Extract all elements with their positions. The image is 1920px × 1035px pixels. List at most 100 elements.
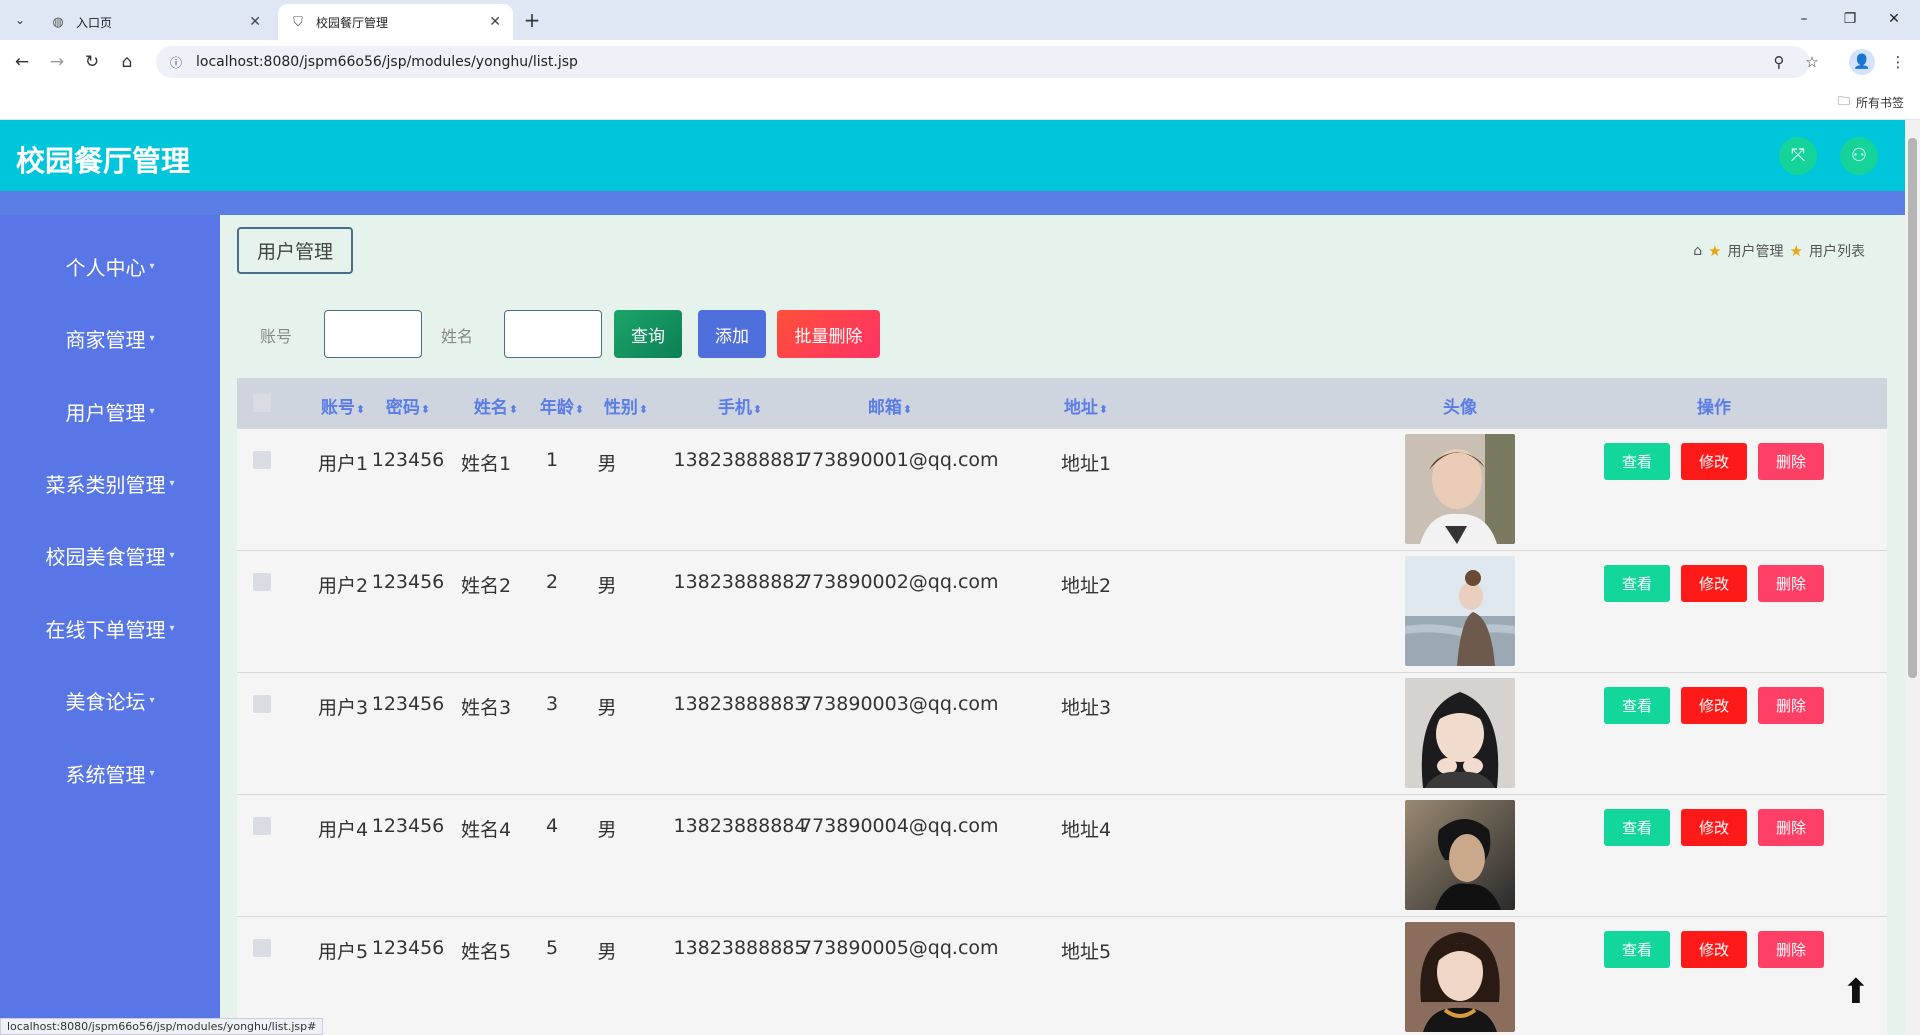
sidebar-item-system[interactable]: 系统管理 ▾ bbox=[0, 753, 220, 793]
row-checkbox[interactable] bbox=[253, 451, 271, 469]
back-to-top-button[interactable]: ⬆ bbox=[1836, 972, 1876, 1012]
delete-button[interactable]: 删除 bbox=[1758, 443, 1824, 480]
view-button[interactable]: 查看 bbox=[1604, 687, 1670, 724]
delete-button[interactable]: 删除 bbox=[1758, 931, 1824, 968]
edit-button[interactable]: 修改 bbox=[1681, 931, 1747, 968]
zoom-icon[interactable]: ⚲ bbox=[1767, 50, 1791, 74]
cell-age: 4 bbox=[545, 815, 559, 837]
search-button[interactable]: 查询 bbox=[614, 310, 682, 358]
tab-search-button[interactable]: ⌄ bbox=[6, 8, 34, 32]
column-label: 年龄 bbox=[539, 398, 574, 418]
header-strip bbox=[0, 191, 1905, 215]
cell-name: 姓名1 bbox=[460, 453, 512, 475]
column-header-phone[interactable]: 手机⬍ bbox=[680, 393, 800, 418]
site-info-icon[interactable]: ⓘ bbox=[170, 54, 188, 71]
name-search-input[interactable] bbox=[504, 310, 602, 358]
table-row: 用户4 123456 姓名4 4 男 13823888884 773890004… bbox=[237, 794, 1887, 916]
chevron-down-icon: ▾ bbox=[149, 767, 155, 779]
scrollbar-thumb[interactable] bbox=[1908, 138, 1917, 678]
cell-gender: 男 bbox=[597, 575, 617, 597]
avatar bbox=[1405, 556, 1515, 666]
minimize-button[interactable]: – bbox=[1786, 6, 1822, 32]
profile-avatar[interactable]: 👤 bbox=[1849, 49, 1875, 75]
sidebar-item-online-orders[interactable]: 在线下单管理 ▾ bbox=[0, 608, 220, 648]
delete-button[interactable]: 删除 bbox=[1758, 809, 1824, 846]
edit-button[interactable]: 修改 bbox=[1681, 809, 1747, 846]
cell-password: 123456 bbox=[371, 449, 445, 471]
add-button[interactable]: 添加 bbox=[698, 310, 766, 358]
address-input[interactable]: ⓘ localhost:8080/jspm66o56/jsp/modules/y… bbox=[156, 46, 1810, 78]
fullscreen-button[interactable]: ⤧ bbox=[1779, 137, 1817, 175]
page-scrollbar[interactable] bbox=[1905, 120, 1920, 1035]
view-button[interactable]: 查看 bbox=[1604, 443, 1670, 480]
cell-name: 姓名3 bbox=[460, 697, 512, 719]
sidebar-item-label: 菜系类别管理 bbox=[45, 472, 166, 497]
close-window-button[interactable]: ✕ bbox=[1876, 6, 1912, 32]
column-header-gender[interactable]: 性别⬍ bbox=[586, 393, 666, 418]
column-header-password[interactable]: 密码⬍ bbox=[368, 393, 448, 418]
cell-gender: 男 bbox=[597, 697, 617, 719]
table-row: 用户3 123456 姓名3 3 男 13823888883 773890003… bbox=[237, 672, 1887, 794]
new-tab-button[interactable]: + bbox=[520, 8, 544, 32]
page-title: 用户管理 bbox=[237, 227, 353, 274]
sidebar-item-merchants[interactable]: 商家管理 ▾ bbox=[0, 318, 220, 358]
column-header-address[interactable]: 地址⬍ bbox=[1046, 393, 1126, 418]
sort-icon: ⬍ bbox=[574, 403, 585, 416]
table-row: 用户5 123456 姓名5 5 男 13823888885 773890005… bbox=[237, 916, 1887, 1035]
close-icon[interactable]: ✕ bbox=[249, 14, 261, 30]
home-icon[interactable]: ⌂ bbox=[1693, 243, 1702, 259]
tab-campus-dining[interactable]: ⛉ 校园餐厅管理 ✕ bbox=[278, 4, 513, 40]
sidebar: 个人中心 ▾ 商家管理 ▾ 用户管理 ▾ 菜系类别管理 ▾ 校园美食管理 ▾ 在线下单管理… bbox=[0, 215, 220, 1035]
star-icon: ★ bbox=[1708, 242, 1722, 260]
forward-button[interactable]: → bbox=[45, 50, 69, 74]
chevron-down-icon: ▾ bbox=[169, 622, 175, 634]
edit-button[interactable]: 修改 bbox=[1681, 443, 1747, 480]
row-checkbox[interactable] bbox=[253, 573, 271, 591]
close-icon[interactable]: ✕ bbox=[489, 14, 501, 30]
restore-button[interactable]: ❐ bbox=[1832, 6, 1868, 32]
cell-name: 姓名4 bbox=[460, 819, 512, 841]
chevron-down-icon: ▾ bbox=[169, 477, 175, 489]
table-row: 用户2 123456 姓名2 2 男 13823888882 773890002… bbox=[237, 550, 1887, 672]
sidebar-item-cuisine-categories[interactable]: 菜系类别管理 ▾ bbox=[0, 463, 220, 503]
delete-button[interactable]: 删除 bbox=[1758, 565, 1824, 602]
sidebar-item-users[interactable]: 用户管理 ▾ bbox=[0, 391, 220, 431]
edit-button[interactable]: 修改 bbox=[1681, 565, 1747, 602]
account-search-input[interactable] bbox=[324, 310, 422, 358]
bookmark-star-icon[interactable]: ☆ bbox=[1800, 50, 1824, 74]
sort-icon: ⬍ bbox=[355, 403, 366, 416]
view-button[interactable]: 查看 bbox=[1604, 565, 1670, 602]
tab-entry-page[interactable]: ◍ 入口页 ✕ bbox=[38, 4, 273, 40]
sidebar-item-campus-food[interactable]: 校园美食管理 ▾ bbox=[0, 535, 220, 575]
cell-phone: 13823888884 bbox=[673, 815, 807, 837]
shield-icon: ⛉ bbox=[293, 14, 303, 30]
row-checkbox[interactable] bbox=[253, 939, 271, 957]
column-header-email[interactable]: 邮箱⬍ bbox=[810, 393, 970, 418]
cell-address: 地址4 bbox=[1060, 819, 1112, 841]
edit-button[interactable]: 修改 bbox=[1681, 687, 1747, 724]
cell-phone: 13823888882 bbox=[673, 571, 807, 593]
column-label: 账号 bbox=[320, 398, 355, 418]
all-bookmarks[interactable]: 🗀 所有书签 bbox=[1838, 92, 1904, 113]
select-all-checkbox[interactable] bbox=[253, 394, 271, 412]
back-button[interactable]: ← bbox=[10, 50, 34, 74]
row-checkbox[interactable] bbox=[253, 817, 271, 835]
batch-delete-button[interactable]: 批量删除 bbox=[777, 310, 880, 358]
view-button[interactable]: 查看 bbox=[1604, 931, 1670, 968]
menu-icon[interactable]: ⋮ bbox=[1886, 50, 1910, 74]
folder-icon: 🗀 bbox=[1837, 94, 1850, 108]
reload-button[interactable]: ↻ bbox=[80, 50, 104, 74]
delete-button[interactable]: 删除 bbox=[1758, 687, 1824, 724]
row-checkbox[interactable] bbox=[253, 695, 271, 713]
bookmarks-bar: 🗀 所有书签 bbox=[0, 84, 1920, 120]
user-table: 账号⬍ 密码⬍ 姓名⬍ 年龄⬍ 性别⬍ 手机⬍ 邮箱⬍ 地址⬍ 头像 操作 用户… bbox=[237, 378, 1887, 1035]
sidebar-item-personal-center[interactable]: 个人中心 ▾ bbox=[0, 246, 220, 286]
breadcrumb-item[interactable]: 用户管理 bbox=[1728, 241, 1784, 261]
view-button[interactable]: 查看 bbox=[1604, 809, 1670, 846]
sort-icon: ⬍ bbox=[420, 403, 431, 416]
user-button[interactable]: ⚇ bbox=[1840, 137, 1878, 175]
all-bookmarks-label: 所有书签 bbox=[1855, 96, 1904, 110]
sidebar-item-label: 在线下单管理 bbox=[45, 617, 166, 642]
sidebar-item-food-forum[interactable]: 美食论坛 ▾ bbox=[0, 680, 220, 720]
home-button[interactable]: ⌂ bbox=[115, 50, 139, 74]
